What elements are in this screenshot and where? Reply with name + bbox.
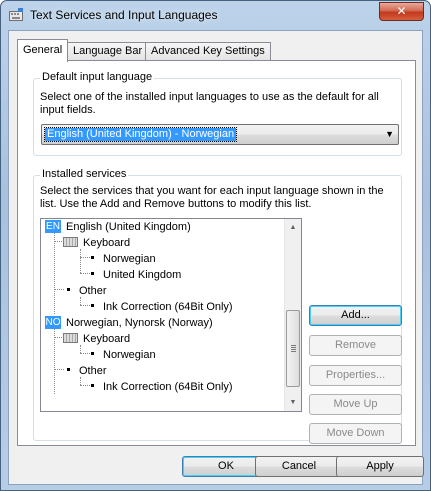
tree-line [80, 257, 90, 258]
tree-item-keyboard[interactable]: Keyboard [63, 331, 130, 347]
tree-line [80, 385, 90, 386]
move-up-button[interactable]: Move Up [309, 394, 402, 415]
language-code-badge: NO [45, 316, 61, 329]
default-language-group-label: Default input language [40, 71, 155, 83]
installed-services-tree[interactable]: EN English (United Kingdom) Keyboard Norw… [40, 218, 302, 412]
keyboard-icon [9, 8, 23, 21]
scroll-down-icon[interactable]: ▼ [285, 394, 301, 411]
tree-item-language[interactable]: EN English (United Kingdom) [45, 219, 191, 235]
grip-icon [291, 345, 296, 352]
language-code-badge: EN [45, 220, 61, 233]
keyboard-icon [63, 333, 78, 343]
window-title: Text Services and Input Languages [30, 8, 218, 22]
bullet-icon [91, 304, 94, 307]
tab-language-bar[interactable]: Language Bar [67, 42, 149, 61]
tree-line [54, 289, 64, 290]
default-language-dropdown[interactable]: English (United Kingdom) - Norwegian ▼ [41, 124, 399, 145]
installed-services-group-label: Installed services [40, 168, 129, 180]
tree-item-service[interactable]: Norwegian [91, 251, 156, 267]
scrollbar-thumb[interactable] [286, 310, 300, 387]
tree-item-label: Keyboard [83, 333, 131, 345]
tab-advanced-key-settings[interactable]: Advanced Key Settings [145, 42, 271, 61]
title-bar[interactable]: Text Services and Input Languages ✕ [1, 1, 430, 29]
tree-line [80, 249, 81, 273]
tree-item-service[interactable]: Ink Correction (64Bit Only) [91, 379, 233, 395]
tree-item-other[interactable]: Other [67, 283, 107, 299]
dialog-client: General Language Bar Advanced Key Settin… [8, 30, 424, 485]
bullet-icon [91, 272, 94, 275]
tree-scrollbar[interactable]: ▲ ▼ [284, 219, 301, 411]
tree-item-label: Ink Correction (64Bit Only) [103, 301, 233, 313]
tree-item-keyboard[interactable]: Keyboard [63, 235, 130, 251]
tree-item-label: Norwegian, Nynorsk (Norway) [66, 317, 213, 329]
close-button[interactable]: ✕ [379, 2, 424, 21]
close-icon: ✕ [396, 4, 407, 18]
bullet-icon [67, 288, 70, 291]
tree-line [54, 233, 55, 314]
tree-item-service[interactable]: Norwegian [91, 347, 156, 363]
tree-line [54, 369, 64, 370]
properties-button[interactable]: Properties... [309, 365, 402, 386]
bullet-icon [91, 384, 94, 387]
move-down-button[interactable]: Move Down [309, 423, 402, 444]
installed-services-description: Select the services that you want for ea… [40, 185, 384, 210]
tree-item-other[interactable]: Other [67, 363, 107, 379]
general-tab-panel: Default input language Select one of the… [17, 60, 416, 446]
bullet-icon [91, 352, 94, 355]
cancel-button[interactable]: Cancel [255, 456, 343, 477]
tree-item-language[interactable]: NO Norwegian, Nynorsk (Norway) [45, 315, 213, 331]
bullet-icon [91, 256, 94, 259]
tree-item-label: Keyboard [83, 237, 131, 249]
apply-button[interactable]: Apply [336, 456, 424, 477]
default-language-selected: English (United Kingdom) - Norwegian [43, 127, 238, 142]
chevron-down-icon: ▼ [385, 129, 394, 139]
tree-item-label: Ink Correction (64Bit Only) [103, 381, 233, 393]
tab-general[interactable]: General [17, 39, 69, 62]
bullet-icon [67, 368, 70, 371]
tree-item-service[interactable]: United Kingdom [91, 267, 181, 283]
default-language-description: Select one of the installed input langua… [40, 91, 379, 116]
dialog-window: Text Services and Input Languages ✕ Gene… [0, 0, 431, 491]
tree-item-label: Norwegian [103, 349, 156, 361]
tree-line [80, 305, 90, 306]
tree-line [80, 353, 90, 354]
tree-item-label: English (United Kingdom) [66, 221, 191, 233]
tree-item-service[interactable]: Ink Correction (64Bit Only) [91, 299, 233, 315]
tree-item-label: Other [79, 365, 107, 377]
add-button[interactable]: Add... [309, 305, 402, 326]
tree-line [80, 273, 90, 274]
tree-item-label: United Kingdom [103, 269, 182, 281]
keyboard-icon [63, 237, 78, 247]
scroll-up-icon[interactable]: ▲ [285, 219, 301, 236]
tree-item-label: Other [79, 285, 107, 297]
tree-line [54, 329, 55, 394]
tree-item-label: Norwegian [103, 253, 156, 265]
remove-button[interactable]: Remove [309, 335, 402, 356]
